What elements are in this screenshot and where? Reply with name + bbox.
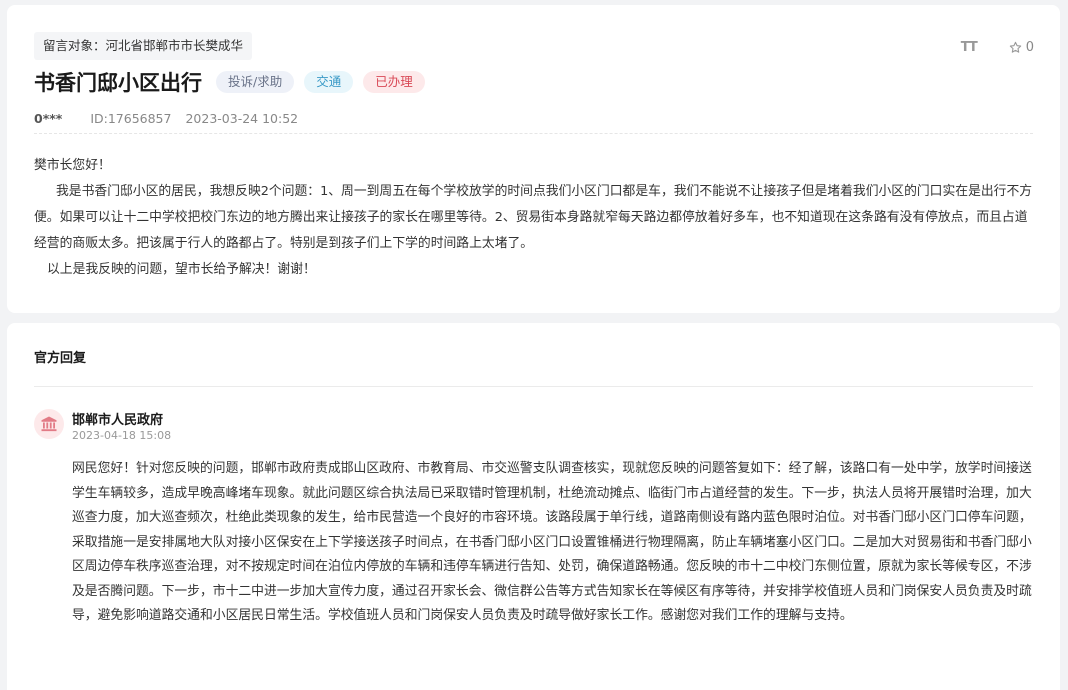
message-datetime: 2023-03-24 10:52 xyxy=(185,110,299,126)
avatar xyxy=(34,409,64,439)
message-target: 留言对象：河北省邯郸市市长樊成华 xyxy=(34,32,253,60)
message-closing: 以上是我反映的问题，望市长给予解决！谢谢！ xyxy=(47,262,316,277)
star-icon xyxy=(1009,41,1021,53)
message-id: ID:17656857 xyxy=(90,110,172,126)
message-body: 樊市长您好！ 我是书香门邸小区的居民，我想反映2个问题：1、周一到周五在每个学校… xyxy=(34,153,1034,283)
message-title: 书香门邸小区出行 xyxy=(34,71,202,95)
status-badge: 已办理 xyxy=(363,71,425,93)
reply-body: 网民您好！针对您反映的问题，邯郸市政府责成邯山区政府、市教育局、市交巡警支队调查… xyxy=(72,461,1032,623)
reply-section-title: 官方回复 xyxy=(34,351,87,366)
reply-date: 2023-04-18 15:08 xyxy=(72,429,172,442)
reply-card: 官方回复 邯郸市人民政府 2023-04-18 15:08 网民您好！针对您反映… xyxy=(7,323,1060,690)
divider xyxy=(34,386,1033,387)
message-paragraph: 我是书香门邸小区的居民，我想反映2个问题：1、周一到周五在每个学校放学的时间点我… xyxy=(34,184,1033,251)
author-name: 0*** xyxy=(34,110,63,126)
message-card: 留言对象：河北省邯郸市市长樊成华 TT 0 书香门邸小区出行 投诉/求助 交通 … xyxy=(7,5,1060,313)
favorite-button[interactable]: 0 xyxy=(1009,40,1034,55)
topic-tag[interactable]: 交通 xyxy=(304,71,354,93)
title-row: 书香门邸小区出行 投诉/求助 交通 已办理 xyxy=(34,67,435,97)
favorite-count: 0 xyxy=(1025,39,1034,55)
message-toolbar: TT 0 xyxy=(949,37,1034,57)
message-meta: 0*** ID:17656857 2023-03-24 10:52 xyxy=(34,109,298,127)
type-tag[interactable]: 投诉/求助 xyxy=(216,71,295,93)
font-size-icon[interactable]: TT xyxy=(949,40,989,55)
reply-org-name: 邯郸市人民政府 xyxy=(72,413,164,428)
government-building-icon xyxy=(41,416,57,432)
divider xyxy=(34,133,1033,134)
message-greeting: 樊市长您好！ xyxy=(34,158,111,173)
